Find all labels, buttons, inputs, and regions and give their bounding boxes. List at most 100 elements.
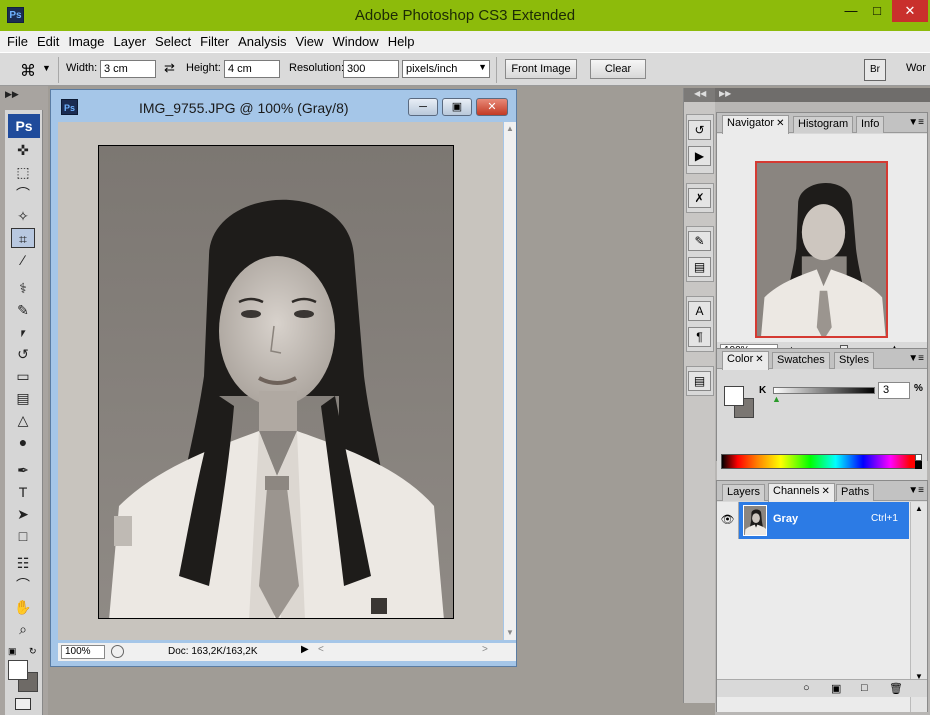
tab-color[interactable]: Color ✕	[722, 351, 769, 370]
slice-tool[interactable]: ∕	[11, 250, 35, 270]
workspace-label[interactable]: Wor	[906, 62, 926, 74]
doc-close-button[interactable]: ✕	[476, 98, 508, 116]
black-slider-track[interactable]	[773, 387, 875, 394]
crop-icon[interactable]: ⌘	[20, 61, 36, 81]
close-button[interactable]: ✕	[892, 0, 928, 22]
gradient-tool[interactable]: ▤	[11, 388, 35, 408]
visibility-eye-icon[interactable]: 👁	[717, 502, 739, 539]
menu-view[interactable]: View	[295, 31, 323, 52]
crop-tool[interactable]: ⌗	[11, 228, 35, 248]
actions-icon[interactable]: ▶	[688, 146, 711, 166]
document-photo[interactable]	[98, 145, 454, 619]
clone-source-icon[interactable]: ▤	[688, 257, 711, 277]
tab-histogram[interactable]: Histogram	[793, 116, 854, 133]
tab-info[interactable]: Info	[856, 116, 885, 133]
path-selection-tool[interactable]: ➤	[11, 504, 35, 524]
resolution-unit-select[interactable]: pixels/inch ▼	[402, 60, 490, 78]
dodge-tool[interactable]: ●	[11, 432, 35, 452]
tab-swatches[interactable]: Swatches	[772, 352, 830, 369]
eraser-tool[interactable]: ▭	[11, 366, 35, 386]
hand-tool[interactable]: ✋	[11, 597, 35, 617]
doc-maximize-button[interactable]: ▣	[442, 98, 472, 116]
tab-styles[interactable]: Styles	[834, 352, 874, 369]
swap-colors-icon[interactable]: ↻	[29, 646, 37, 657]
panel-menu-icon[interactable]: ▼≡	[908, 485, 924, 496]
panel-dock-expand-icon[interactable]: ▶▶	[719, 89, 731, 98]
move-tool[interactable]: ✜	[11, 140, 35, 160]
menu-help[interactable]: Help	[388, 31, 415, 52]
menu-filter[interactable]: Filter	[200, 31, 229, 52]
maximize-button[interactable]: □	[864, 0, 890, 22]
doc-size-info[interactable]: Doc: 163,2K/163,2K	[168, 646, 258, 657]
swap-dimensions-icon[interactable]: ⇄	[164, 60, 175, 76]
workspace-icon[interactable]: Br	[864, 59, 886, 81]
navigator-thumbnail[interactable]	[755, 161, 888, 338]
vertical-scrollbar[interactable]: ▲ ▼	[504, 122, 516, 640]
status-icon[interactable]	[111, 645, 124, 658]
clone-stamp-tool[interactable]: ⎖	[11, 322, 35, 342]
menu-window[interactable]: Window	[332, 31, 378, 52]
status-menu-arrow-icon[interactable]: ▶	[301, 644, 309, 655]
foreground-color-swatch[interactable]	[8, 660, 28, 680]
quick-mask-icon[interactable]	[15, 698, 31, 710]
close-tab-icon[interactable]: ✕	[776, 118, 784, 129]
front-image-button[interactable]: Front Image	[505, 59, 577, 79]
tool-presets-icon[interactable]: ✗	[688, 188, 711, 208]
character-icon[interactable]: A	[688, 301, 711, 321]
menu-layer[interactable]: Layer	[114, 31, 147, 52]
tool-preset-dropdown-icon[interactable]: ▼	[42, 63, 51, 73]
menu-edit[interactable]: Edit	[37, 31, 59, 52]
scroll-right-icon[interactable]: >	[482, 644, 488, 655]
history-icon[interactable]: ↺	[688, 120, 711, 140]
tab-layers[interactable]: Layers	[722, 484, 766, 501]
layer-comps-icon[interactable]: ▤	[688, 371, 711, 391]
expand-icon[interactable]: ◀◀	[694, 89, 706, 98]
healing-brush-tool[interactable]: ⚕	[11, 278, 35, 298]
tab-paths[interactable]: Paths	[836, 484, 875, 501]
new-channel-icon[interactable]: □	[861, 682, 868, 694]
scroll-up-icon[interactable]: ▲	[506, 124, 514, 133]
resolution-field[interactable]: 300	[343, 60, 399, 78]
brush-tool[interactable]: ✎	[11, 300, 35, 320]
history-brush-tool[interactable]: ↺	[11, 344, 35, 364]
menu-select[interactable]: Select	[155, 31, 191, 52]
menu-image[interactable]: Image	[68, 31, 104, 52]
panel-menu-icon[interactable]: ▼≡	[908, 353, 924, 364]
foreground-color-swatch[interactable]	[724, 386, 744, 406]
channel-row-gray[interactable]: 👁 Gray Ctrl+1	[717, 502, 909, 539]
tab-navigator[interactable]: Navigator ✕	[722, 115, 790, 134]
black-swatch[interactable]	[915, 461, 922, 469]
width-field[interactable]: 3 cm	[100, 60, 156, 78]
color-spectrum-bar[interactable]	[721, 454, 919, 469]
doc-minimize-button[interactable]: ─	[408, 98, 438, 116]
scroll-up-icon[interactable]: ▲	[915, 504, 923, 513]
height-field[interactable]: 4 cm	[224, 60, 280, 78]
panel-menu-icon[interactable]: ▼≡	[908, 117, 924, 128]
zoom-tool[interactable]: ⌕	[11, 619, 35, 639]
menu-file[interactable]: File	[7, 31, 28, 52]
paragraph-icon[interactable]: ¶	[688, 327, 711, 347]
zoom-level-field[interactable]: 100%	[61, 645, 105, 659]
scroll-left-icon[interactable]: <	[318, 644, 324, 655]
photoshop-logo[interactable]: Ps	[8, 114, 40, 138]
collapse-icon[interactable]: ▶▶	[5, 89, 19, 100]
magic-wand-tool[interactable]: ✧	[11, 206, 35, 226]
blur-tool[interactable]: △	[11, 410, 35, 430]
canvas-area[interactable]	[58, 122, 503, 640]
black-value-field[interactable]: 3	[878, 382, 910, 399]
marquee-tool[interactable]: ⬚	[11, 162, 35, 182]
lasso-tool[interactable]: ⌒	[11, 184, 35, 204]
notes-tool[interactable]: ☷	[11, 553, 35, 573]
brushes-icon[interactable]: ✎	[688, 231, 711, 251]
type-tool[interactable]: T	[11, 482, 35, 502]
pen-tool[interactable]: ✒	[11, 460, 35, 480]
tab-channels[interactable]: Channels ✕	[768, 483, 835, 502]
default-colors-icon[interactable]: ▣	[8, 646, 17, 657]
white-swatch[interactable]	[915, 454, 922, 461]
shape-tool[interactable]: □	[11, 526, 35, 546]
black-slider-handle[interactable]: ▲	[772, 394, 781, 404]
minimize-button[interactable]: —	[838, 0, 864, 22]
close-tab-icon[interactable]: ✕	[755, 354, 763, 365]
navigator-preview-area[interactable]	[717, 134, 927, 344]
scroll-down-icon[interactable]: ▼	[506, 628, 514, 637]
